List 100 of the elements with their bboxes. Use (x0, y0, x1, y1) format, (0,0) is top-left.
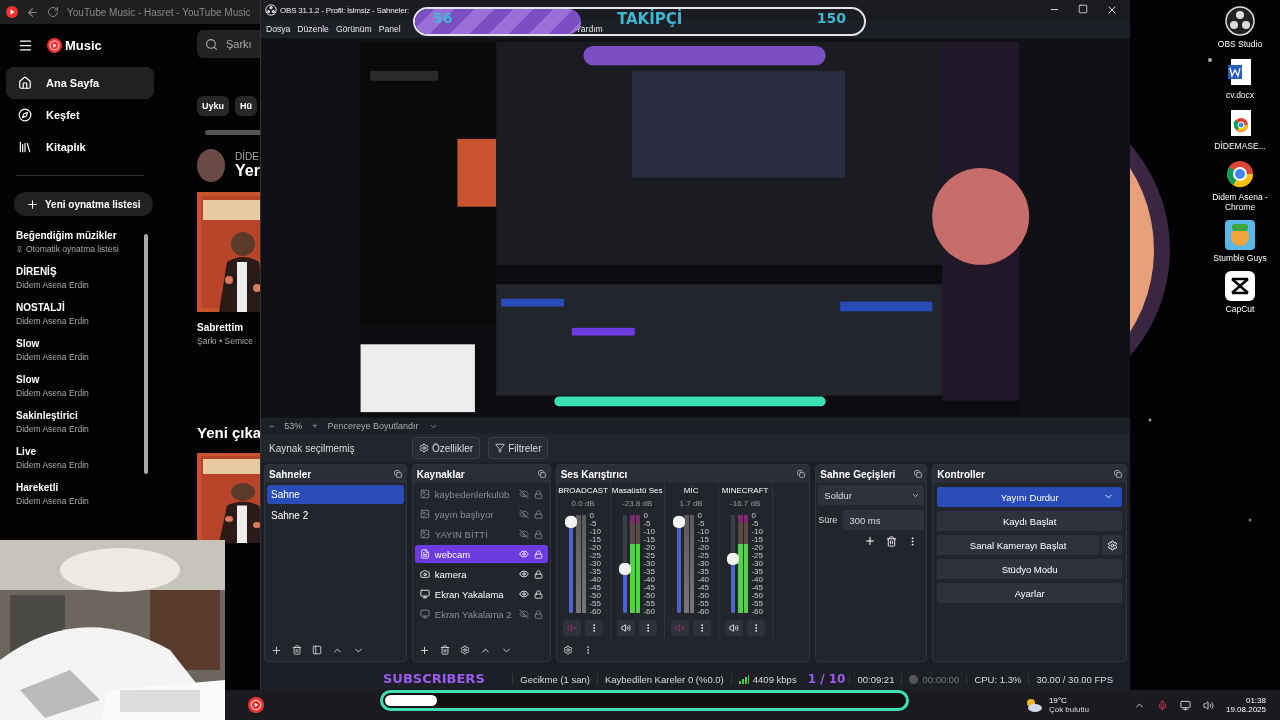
scene-item[interactable]: Sahne 2 (267, 506, 404, 525)
channel-volume: 1.7 dB (679, 499, 703, 508)
scale-label: -15 (589, 536, 601, 544)
filter-chip[interactable]: Uyku (197, 96, 229, 116)
menu-item[interactable]: Düzenle (297, 24, 329, 34)
desktop-icon-label[interactable]: DİDEMASE... (1214, 141, 1266, 151)
scale-label: -25 (643, 552, 655, 560)
source-name[interactable]: kamera (434, 568, 514, 580)
goal-target: 150 (816, 10, 846, 26)
playlist-subtitle: Otomatik oynatma listesi (26, 244, 119, 254)
nav-item[interactable]: Kitaplık (6, 131, 154, 163)
playlist-title[interactable]: Hareketli (16, 482, 144, 493)
playlist-title[interactable]: NOSTALJİ (16, 302, 144, 313)
song-title[interactable]: Sabrettim (197, 322, 260, 333)
control-button[interactable]: Yayını Durdur (937, 487, 1122, 507)
search-field[interactable]: Şarkı (197, 30, 260, 58)
dock-title: Kaynaklar (416, 468, 465, 480)
duration-field[interactable]: 300 ms (843, 510, 925, 530)
scale-label: -15 (643, 536, 655, 544)
control-button[interactable]: Kaydı Başlat (937, 511, 1122, 531)
scale-label: -60 (697, 608, 709, 616)
temperature: 19°C (1048, 696, 1068, 705)
scale-label: 0 (643, 512, 649, 520)
section-heading: Yer (235, 162, 260, 180)
control-button[interactable]: Stüdyo Modu (937, 559, 1122, 579)
playlist-subtitle: Didem Asena Erdin (16, 460, 89, 470)
desktop-icon-label[interactable]: cv.docx (1225, 90, 1255, 100)
scene-item[interactable]: Sahne (267, 485, 404, 504)
playlist-title[interactable]: Slow (16, 374, 144, 385)
scale-label: -35 (697, 568, 709, 576)
playlist-title[interactable]: Sakinleştirici (16, 410, 144, 421)
song-subtitle: Şarkı • Semice (197, 336, 254, 346)
scale-label: -45 (589, 584, 601, 592)
source-name[interactable]: Ekran Yakalama 2 (434, 608, 514, 620)
scale-label: -15 (751, 536, 763, 544)
scale-label: -25 (697, 552, 709, 560)
scale-label: -15 (697, 536, 709, 544)
playlist-title[interactable]: Slow (16, 338, 144, 349)
artist-label: DİDE (235, 151, 260, 162)
scale-label: -5 (643, 520, 652, 528)
zoom-in-button[interactable]: + (312, 421, 318, 431)
playlist-title[interactable]: Beğendiğim müzikler (16, 230, 144, 241)
fps-status: 30.00 / 30.00 FPS (1028, 673, 1120, 685)
cpu-status: CPU: 1.3% (966, 673, 1029, 685)
menu-item[interactable]: Görünüm (335, 24, 372, 34)
nav-item[interactable]: Ana Sayfa (6, 67, 154, 99)
zoom-out-button[interactable]: − (269, 421, 275, 431)
playlist-title[interactable]: Live (16, 446, 144, 457)
scale-label: -20 (643, 544, 655, 552)
scale-label: -40 (589, 576, 601, 584)
dock-title: Sahneler (269, 468, 312, 480)
menu-item[interactable]: Yardım (575, 24, 603, 34)
playlist-subtitle: Didem Asena Erdin (16, 316, 89, 326)
scale-label: -55 (751, 600, 763, 608)
source-name[interactable]: yayın başlıyor (434, 508, 514, 520)
playlist-subtitle: Didem Asena Erdin (16, 424, 89, 434)
zoom-value: 53% (284, 421, 303, 431)
scale-label: -30 (643, 560, 655, 568)
channel-volume: -16.7 dB (730, 499, 761, 508)
delay-status: Gecikme (1 san) (512, 673, 597, 685)
scale-label: -50 (751, 592, 763, 600)
filter-chip[interactable]: Hü (235, 96, 257, 116)
scale-label: 0 (697, 512, 703, 520)
scale-label: -30 (697, 560, 709, 568)
scale-label: -20 (589, 544, 601, 552)
desktop-icon-label[interactable]: Stumble Guys (1213, 253, 1267, 263)
control-button[interactable]: Ayarlar (937, 583, 1122, 603)
new-playlist-button[interactable]: Yeni oynatma listesi (14, 192, 153, 216)
scale-label: -45 (643, 584, 655, 592)
scale-label: -50 (643, 592, 655, 600)
bitrate-status: 4409 kbps (752, 673, 797, 685)
dropped-frames-status: Kaybedilen Kareler 0 (%0.0) (596, 673, 731, 685)
playlist-title[interactable]: DİRENİŞ (16, 266, 144, 277)
desktop-icon-label[interactable]: Didem Asena - Chrome (1200, 192, 1280, 212)
clock-date[interactable]: 19.08.2025 (1225, 705, 1266, 714)
source-name[interactable]: Ekran Yakalama (434, 588, 514, 600)
fit-dropdown[interactable]: Pencereye Boyutlandır (327, 421, 419, 431)
scale-label: -35 (751, 568, 763, 576)
scale-label: -45 (697, 584, 709, 592)
source-name[interactable]: kaybedenlerkulüb (434, 488, 514, 500)
scale-label: -35 (589, 568, 601, 576)
nav-item[interactable]: Keşfet (6, 99, 154, 131)
source-name[interactable]: YAYIN BİTTİ (434, 528, 514, 540)
context-button[interactable]: Özellikler (412, 437, 481, 459)
scale-label: 0 (751, 512, 757, 520)
scale-label: -40 (643, 576, 655, 584)
channel-name: Masaüstü Ses (611, 486, 663, 495)
control-button[interactable]: Sanal Kamerayı Başlat (937, 535, 1099, 555)
transition-dropdown[interactable]: Soldur (818, 485, 925, 505)
scale-label: -35 (643, 568, 655, 576)
context-button[interactable]: Filtreler (488, 437, 549, 459)
window-title: YouTube Music - Hasret - YouTube Music (67, 6, 251, 18)
scale-label: -25 (751, 552, 763, 560)
desktop-icon-label[interactable]: CapCut (1225, 304, 1255, 314)
menu-item[interactable]: Panel (378, 24, 401, 34)
menu-item[interactable]: Dosya (266, 24, 291, 34)
scale-label: -20 (751, 544, 763, 552)
clock-time[interactable]: 01:38 (1245, 696, 1266, 705)
scale-label: -5 (697, 520, 706, 528)
desktop-icon-label[interactable]: OBS Studio (1217, 39, 1263, 49)
